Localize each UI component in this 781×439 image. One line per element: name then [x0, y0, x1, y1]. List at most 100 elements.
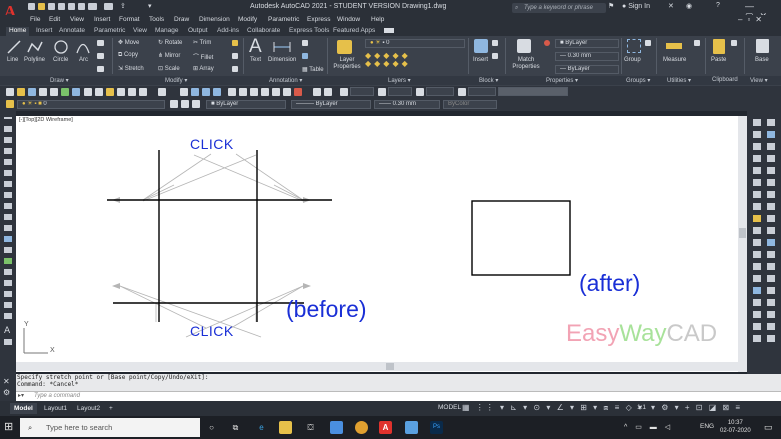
workspace-icon[interactable]	[313, 88, 321, 96]
match-prop-toolbar-icon[interactable]	[117, 88, 125, 96]
save-icon[interactable]	[48, 3, 55, 10]
offset-icon[interactable]	[232, 66, 238, 72]
paste-icon[interactable]	[713, 39, 725, 54]
sheet-set-icon[interactable]	[261, 88, 269, 96]
menu-window[interactable]: Window	[337, 16, 360, 23]
copy-tool[interactable]: ⧉ Copy	[118, 52, 138, 59]
3d-dwf-icon[interactable]	[72, 88, 80, 96]
edit-block-icon[interactable]	[492, 53, 498, 59]
measure-icon[interactable]	[666, 42, 682, 50]
qnew-icon[interactable]	[6, 88, 14, 96]
menu-view[interactable]: View	[70, 16, 84, 23]
horizontal-scrollbar[interactable]	[16, 362, 738, 371]
dim-style-dropdown[interactable]	[388, 87, 412, 96]
layer-manager-icon[interactable]	[6, 100, 14, 108]
layer-state-icon[interactable]	[192, 100, 200, 108]
horizontal-scroll-thumb[interactable]	[386, 363, 394, 370]
new-layout-button[interactable]: +	[105, 403, 117, 414]
autodesk-app-store-icon[interactable]: ✕	[668, 2, 674, 10]
tab-insert[interactable]: Insert	[36, 27, 52, 34]
drawing-canvas[interactable]: [-][Top][2D Wireframe] CLICK CLICK (befo…	[16, 116, 738, 372]
tab-parametric[interactable]: Parametric	[94, 27, 125, 34]
task-view-icon[interactable]: ⧉	[229, 421, 242, 434]
ellipse-tool-icon[interactable]	[97, 66, 104, 72]
paint-icon[interactable]	[405, 421, 418, 434]
panel-title-view[interactable]: View ▾	[750, 77, 768, 84]
panel-title-layers[interactable]: Layers ▾	[388, 77, 411, 84]
hatch-tool-icon[interactable]	[97, 53, 104, 59]
dimension-tool-icon[interactable]	[273, 41, 291, 53]
customize-qat-icon[interactable]: ▾	[148, 2, 152, 10]
toolbar-lineweight-dropdown[interactable]: —— 0.30 mm	[374, 100, 440, 109]
redo-icon[interactable]	[104, 3, 113, 10]
cut-icon[interactable]	[84, 88, 92, 96]
mleader-style-icon[interactable]	[458, 88, 466, 96]
publish-icon[interactable]	[61, 88, 69, 96]
sign-in-button[interactable]: ● Sign In	[622, 3, 650, 10]
polyline-tool-icon[interactable]	[27, 40, 43, 54]
menu-format[interactable]: Format	[119, 16, 140, 23]
table-style-icon[interactable]	[416, 88, 424, 96]
scale-tool[interactable]: ⊡ Scale	[158, 65, 180, 72]
tab-output[interactable]: Output	[188, 27, 208, 34]
property-linetype-dropdown[interactable]: — ByLayer	[555, 65, 619, 74]
edge-icon[interactable]: e	[255, 421, 268, 434]
panel-title-annotation[interactable]: Annotation ▾	[269, 77, 302, 84]
line-tool-icon[interactable]	[7, 40, 21, 54]
preview-icon[interactable]	[50, 88, 58, 96]
layer-previous-icon[interactable]	[181, 100, 189, 108]
tab-layout1[interactable]: Layout1	[40, 403, 71, 414]
layer-dropdown[interactable]: ● ☀ ▪ 0	[365, 39, 465, 48]
save-as-icon[interactable]	[58, 3, 65, 10]
taskbar-search-input[interactable]: ⌕ Type here to search	[20, 418, 200, 437]
vertical-scrollbar[interactable]	[738, 116, 747, 372]
tab-layout2[interactable]: Layout2	[73, 403, 104, 414]
close-command-icon[interactable]: ✕	[3, 377, 10, 386]
zoom-realtime-icon[interactable]	[191, 88, 199, 96]
drawing-window-controls[interactable]: –▫✕	[738, 15, 767, 24]
match-properties-icon[interactable]	[517, 39, 531, 53]
toolbar-linetype-dropdown[interactable]: ——— ByLayer	[291, 100, 371, 109]
windows-start-icon[interactable]: ⊞	[4, 421, 13, 433]
tab-home[interactable]: Home	[6, 27, 30, 36]
explode-icon[interactable]	[232, 53, 238, 59]
mleader-style-dropdown[interactable]	[468, 87, 496, 96]
panel-title-groups[interactable]: Groups ▾	[626, 77, 650, 84]
tab-featured-apps[interactable]: Featured Apps	[333, 27, 375, 34]
undo-toolbar-icon[interactable]	[139, 88, 147, 96]
help-search-input[interactable]: ⌕ Type a keyword or phrase	[512, 3, 606, 13]
circle-tool-icon[interactable]	[54, 40, 68, 54]
table-style-dropdown[interactable]	[426, 87, 454, 96]
chrome-icon[interactable]	[355, 421, 368, 434]
arc-tool-icon[interactable]	[76, 40, 90, 54]
ungroup-icon[interactable]	[645, 40, 651, 46]
layer-properties-icon[interactable]	[337, 40, 352, 54]
menu-draw[interactable]: Draw	[174, 16, 189, 23]
file-explorer-icon[interactable]	[279, 421, 292, 434]
properties-palette-icon[interactable]	[228, 88, 236, 96]
status-tools-icons[interactable]: ▾ ⚙ ▾ + ⊡ ◪ ⊠ ≡	[651, 403, 742, 412]
modify-tools-strip-icons[interactable]	[747, 111, 781, 374]
zoom-window-icon[interactable]	[202, 88, 210, 96]
panel-title-clipboard[interactable]: Clipboard	[712, 77, 738, 83]
text-style-dropdown[interactable]	[350, 87, 374, 96]
ribbon-toggle-icon[interactable]	[384, 28, 394, 33]
fillet-tool[interactable]: ⌒ Fillet	[193, 52, 213, 61]
model-space-toggle[interactable]: MODEL	[438, 404, 461, 411]
mail-icon[interactable]	[330, 421, 343, 434]
toolbar-plotstyle-dropdown[interactable]: ByColor	[443, 100, 497, 109]
new-file-icon[interactable]	[28, 3, 35, 10]
insert-block-icon[interactable]	[474, 39, 488, 53]
styles-icon[interactable]	[324, 88, 332, 96]
panel-title-modify[interactable]: Modify ▾	[165, 77, 187, 84]
save-toolbar-icon[interactable]	[28, 88, 36, 96]
leader-icon[interactable]	[302, 40, 308, 46]
text-tool-icon[interactable]: A	[249, 36, 262, 58]
panel-title-properties[interactable]: Properties ▾	[546, 77, 578, 84]
toolbar-color-dropdown[interactable]: ■ ByLayer	[206, 100, 286, 109]
store-icon[interactable]: ⛋	[304, 421, 317, 434]
open-file-icon[interactable]	[38, 3, 45, 10]
rotate-tool[interactable]: ↻ Rotate	[158, 39, 182, 46]
tab-express-tools[interactable]: Express Tools	[289, 27, 329, 34]
panel-title-block[interactable]: Block ▾	[479, 77, 498, 84]
